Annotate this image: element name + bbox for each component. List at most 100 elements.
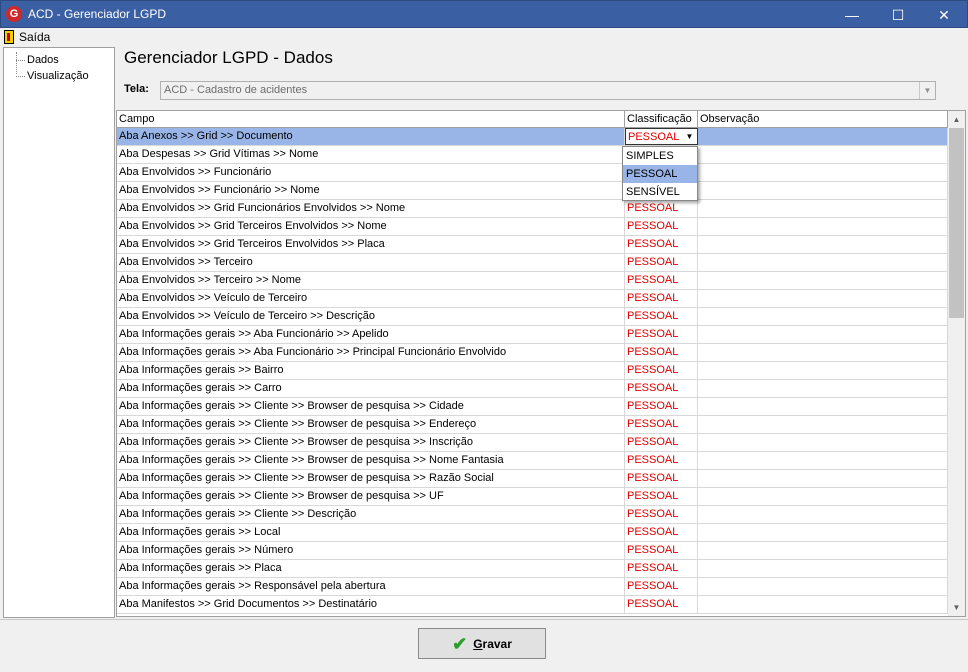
table-row[interactable]: Aba Envolvidos >> Funcionário <box>117 164 948 182</box>
maximize-button[interactable]: ☐ <box>875 1 921 29</box>
cell-campo[interactable]: Aba Informações gerais >> Cliente >> Bro… <box>117 434 625 451</box>
cell-campo[interactable]: Aba Informações gerais >> Cliente >> Bro… <box>117 416 625 433</box>
table-row[interactable]: Aba Anexos >> Grid >> Documento PESSOAL ▼ <box>117 128 948 146</box>
cell-campo[interactable]: Aba Informações gerais >> Cliente >> Bro… <box>117 470 625 487</box>
dropdown-option-sensivel[interactable]: SENSÍVEL <box>623 183 697 201</box>
cell-classificacao[interactable]: PESSOAL <box>625 380 698 397</box>
cell-campo[interactable]: Aba Envolvidos >> Veículo de Terceiro >>… <box>117 308 625 325</box>
scroll-down-icon[interactable]: ▼ <box>948 599 965 616</box>
cell-classificacao[interactable]: PESSOAL <box>625 254 698 271</box>
column-header-classificacao[interactable]: Classificação <box>625 111 698 128</box>
cell-classificacao[interactable]: PESSOAL <box>625 398 698 415</box>
table-row[interactable]: Aba Informações gerais >> Aba Funcionári… <box>117 344 948 362</box>
scroll-up-icon[interactable]: ▲ <box>948 111 965 128</box>
scrollbar-thumb[interactable] <box>949 128 964 318</box>
cell-campo[interactable]: Aba Informações gerais >> Cliente >> Bro… <box>117 398 625 415</box>
cell-observacao[interactable] <box>698 488 948 505</box>
minimize-button[interactable]: — <box>829 1 875 29</box>
cell-classificacao[interactable]: PESSOAL <box>625 524 698 541</box>
table-row[interactable]: Aba Informações gerais >> Local PESSOAL <box>117 524 948 542</box>
cell-campo[interactable]: Aba Informações gerais >> Responsável pe… <box>117 578 625 595</box>
cell-classificacao[interactable]: PESSOAL <box>625 434 698 451</box>
table-row[interactable]: Aba Manifestos >> Grid Documentos >> Des… <box>117 596 948 614</box>
table-row[interactable]: Aba Informações gerais >> Responsável pe… <box>117 578 948 596</box>
cell-campo[interactable]: Aba Envolvidos >> Grid Funcionários Envo… <box>117 200 625 217</box>
table-row[interactable]: Aba Informações gerais >> Número PESSOAL <box>117 542 948 560</box>
cell-observacao[interactable] <box>698 524 948 541</box>
table-row[interactable]: Aba Informações gerais >> Cliente >> Bro… <box>117 398 948 416</box>
cell-observacao[interactable] <box>698 560 948 577</box>
cell-classificacao[interactable]: PESSOAL <box>625 488 698 505</box>
table-row[interactable]: Aba Informações gerais >> Carro PESSOAL <box>117 380 948 398</box>
cell-classificacao[interactable]: PESSOAL <box>625 236 698 253</box>
chevron-down-icon[interactable]: ▼ <box>682 129 697 144</box>
table-row[interactable]: Aba Informações gerais >> Cliente >> Bro… <box>117 470 948 488</box>
table-row[interactable]: Aba Informações gerais >> Aba Funcionári… <box>117 326 948 344</box>
cell-campo[interactable]: Aba Envolvidos >> Terceiro <box>117 254 625 271</box>
cell-classificacao[interactable]: PESSOAL <box>625 470 698 487</box>
tree-item-visualizacao[interactable]: Visualização <box>4 68 114 84</box>
cell-classificacao[interactable]: PESSOAL <box>625 200 698 217</box>
cell-observacao[interactable] <box>698 596 948 613</box>
cell-observacao[interactable] <box>698 326 948 343</box>
cell-classificacao[interactable]: PESSOAL <box>625 542 698 559</box>
cell-classificacao[interactable]: PESSOAL <box>625 416 698 433</box>
cell-campo[interactable]: Aba Informações gerais >> Bairro <box>117 362 625 379</box>
cell-observacao[interactable] <box>698 254 948 271</box>
cell-observacao[interactable] <box>698 416 948 433</box>
tree-item-dados[interactable]: Dados <box>4 52 114 68</box>
table-row[interactable]: Aba Envolvidos >> Veículo de Terceiro >>… <box>117 308 948 326</box>
tela-select[interactable]: ACD - Cadastro de acidentes ▼ <box>160 81 936 100</box>
cell-campo[interactable]: Aba Informações gerais >> Aba Funcionári… <box>117 344 625 361</box>
cell-campo[interactable]: Aba Envolvidos >> Terceiro >> Nome <box>117 272 625 289</box>
cell-campo[interactable]: Aba Informações gerais >> Número <box>117 542 625 559</box>
cell-classificacao[interactable]: PESSOAL <box>625 218 698 235</box>
dropdown-option-simples[interactable]: SIMPLES <box>623 147 697 165</box>
chevron-down-icon[interactable]: ▼ <box>919 82 935 99</box>
cell-campo[interactable]: Aba Informações gerais >> Cliente >> Bro… <box>117 452 625 469</box>
close-button[interactable]: ✕ <box>921 1 967 29</box>
cell-campo[interactable]: Aba Informações gerais >> Cliente >> Des… <box>117 506 625 523</box>
cell-classificacao[interactable]: PESSOAL <box>625 506 698 523</box>
cell-classificacao[interactable]: PESSOAL <box>625 452 698 469</box>
table-row[interactable]: Aba Informações gerais >> Cliente >> Bro… <box>117 488 948 506</box>
cell-observacao[interactable] <box>698 308 948 325</box>
cell-classificacao[interactable]: PESSOAL <box>625 560 698 577</box>
column-header-observacao[interactable]: Observação <box>698 111 948 128</box>
cell-classificacao[interactable]: PESSOAL <box>625 362 698 379</box>
table-row[interactable]: Aba Informações gerais >> Placa PESSOAL <box>117 560 948 578</box>
cell-campo[interactable]: Aba Informações gerais >> Placa <box>117 560 625 577</box>
table-row[interactable]: Aba Informações gerais >> Cliente >> Bro… <box>117 416 948 434</box>
cell-campo[interactable]: Aba Envolvidos >> Veículo de Terceiro <box>117 290 625 307</box>
table-row[interactable]: Aba Informações gerais >> Cliente >> Bro… <box>117 452 948 470</box>
cell-campo[interactable]: Aba Envolvidos >> Grid Terceiros Envolvi… <box>117 236 625 253</box>
cell-observacao[interactable] <box>698 362 948 379</box>
cell-observacao[interactable] <box>698 290 948 307</box>
cell-classificacao[interactable]: PESSOAL <box>625 344 698 361</box>
column-header-campo[interactable]: Campo <box>117 111 625 128</box>
table-row[interactable]: Aba Envolvidos >> Grid Terceiros Envolvi… <box>117 236 948 254</box>
cell-observacao[interactable] <box>698 506 948 523</box>
cell-campo[interactable]: Aba Envolvidos >> Grid Terceiros Envolvi… <box>117 218 625 235</box>
table-row[interactable]: Aba Envolvidos >> Grid Terceiros Envolvi… <box>117 218 948 236</box>
cell-campo[interactable]: Aba Despesas >> Grid Vítimas >> Nome <box>117 146 625 163</box>
cell-classificacao[interactable]: PESSOAL <box>625 326 698 343</box>
table-row[interactable]: Aba Envolvidos >> Veículo de Terceiro PES… <box>117 290 948 308</box>
cell-observacao[interactable] <box>698 164 948 181</box>
cell-observacao[interactable] <box>698 542 948 559</box>
cell-observacao[interactable] <box>698 380 948 397</box>
table-row[interactable]: Aba Informações gerais >> Bairro PESSOAL <box>117 362 948 380</box>
cell-observacao[interactable] <box>698 344 948 361</box>
table-row[interactable]: Aba Envolvidos >> Terceiro >> Nome PESSOA… <box>117 272 948 290</box>
cell-observacao[interactable] <box>698 434 948 451</box>
table-row[interactable]: Aba Envolvidos >> Funcionário >> Nome <box>117 182 948 200</box>
cell-campo[interactable]: Aba Informações gerais >> Aba Funcionári… <box>117 326 625 343</box>
cell-observacao[interactable] <box>698 146 948 163</box>
cell-campo[interactable]: Aba Manifestos >> Grid Documentos >> Des… <box>117 596 625 613</box>
exit-menu-item[interactable]: Saída <box>0 30 54 44</box>
cell-observacao[interactable] <box>698 578 948 595</box>
cell-campo[interactable]: Aba Anexos >> Grid >> Documento <box>117 128 625 145</box>
cell-observacao[interactable] <box>698 200 948 217</box>
cell-classificacao[interactable]: PESSOAL ▼ <box>625 128 698 145</box>
cell-observacao[interactable] <box>698 128 948 145</box>
